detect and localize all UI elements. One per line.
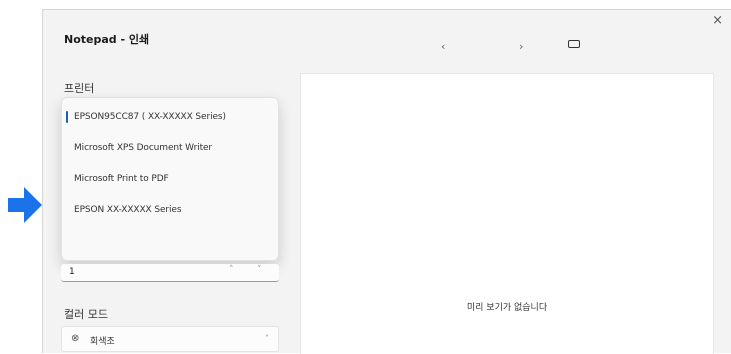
- printer-option[interactable]: EPSON XX-XXXXX Series: [74, 205, 182, 215]
- decrement-button[interactable]: ˅: [257, 265, 262, 275]
- printer-option[interactable]: Microsoft XPS Document Writer: [74, 143, 212, 153]
- fit-page-button[interactable]: [568, 40, 580, 48]
- prev-page-button[interactable]: ‹: [441, 40, 445, 53]
- copies-stepper[interactable]: 1 ˄ ˅: [61, 264, 279, 282]
- printer-dropdown-list[interactable]: EPSON95CC87 ( XX-XXXXX Series) Microsoft…: [61, 97, 279, 261]
- print-dialog: Notepad - 인쇄 × ‹ › 프린터 EPSON95CC87 ( XX-…: [42, 9, 731, 354]
- chevron-down-icon: ˅: [265, 334, 269, 343]
- color-mode-select[interactable]: ⊗ 회색조 ˅: [61, 326, 279, 352]
- copies-value: 1: [69, 267, 75, 277]
- close-button[interactable]: ×: [712, 13, 723, 28]
- printer-label: 프린터: [64, 82, 95, 95]
- increment-button[interactable]: ˄: [229, 265, 234, 275]
- printer-option[interactable]: Microsoft Print to PDF: [74, 174, 169, 184]
- selected-indicator: [66, 111, 68, 123]
- dialog-title: Notepad - 인쇄: [64, 33, 150, 46]
- color-mode-icon: ⊗: [71, 333, 80, 344]
- preview-empty-text: 미리 보기가 없습니다: [466, 303, 548, 313]
- color-mode-label: 컬러 모드: [64, 308, 108, 321]
- printer-option[interactable]: EPSON95CC87 ( XX-XXXXX Series): [74, 112, 226, 122]
- color-mode-value: 회색조: [90, 337, 115, 347]
- preview-pane: 미리 보기가 없습니다: [300, 73, 714, 354]
- next-page-button[interactable]: ›: [519, 40, 523, 53]
- pointer-arrow-icon: [8, 187, 42, 223]
